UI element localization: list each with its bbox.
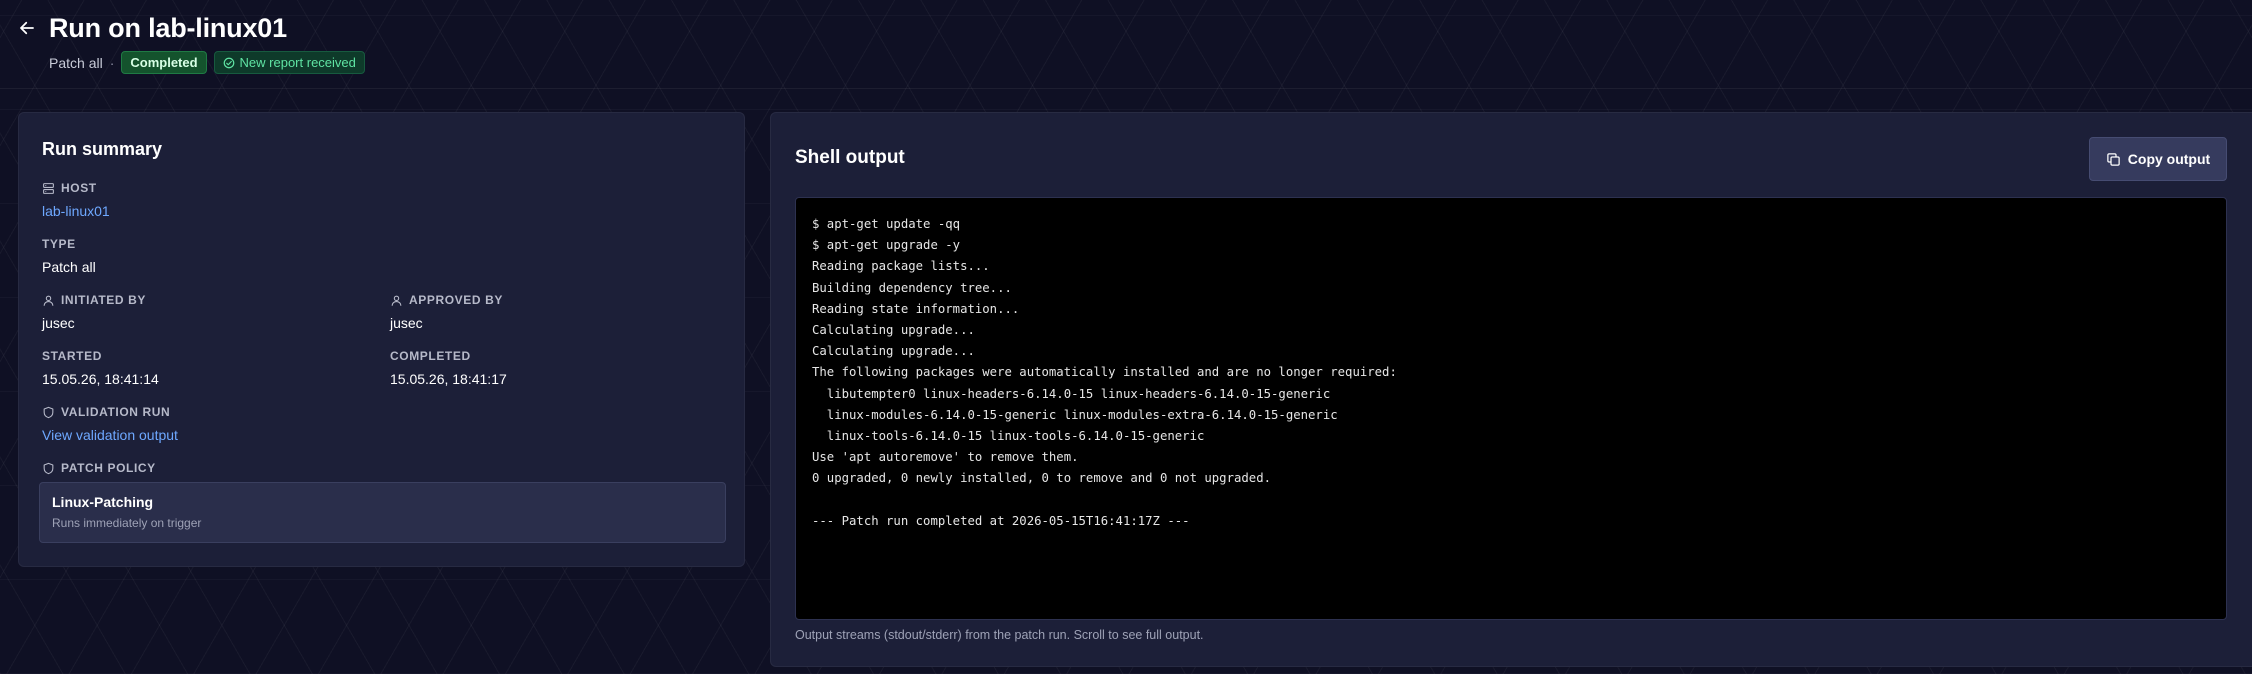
approved-by-value: jusec <box>390 315 423 331</box>
meta-separator: · <box>109 54 115 71</box>
server-icon <box>43 182 54 194</box>
terminal-line: Calculating upgrade... <box>812 323 975 338</box>
type-field: TYPE Patch all <box>42 237 96 275</box>
completed-field: COMPLETED 15.05.26, 18:41:17 <box>390 349 507 387</box>
shell-output-terminal[interactable]: $ apt-get update -qq $ apt-get upgrade -y… <box>795 197 2227 620</box>
page-title: Run on lab-linux01 <box>49 13 287 43</box>
approved-by-field: APPROVED BY jusec <box>390 293 503 331</box>
run-summary-card: Run summary HOST lab-linux01 TYPE Patch … <box>18 112 745 567</box>
page-header: Run on lab-linux01 Patch all · Completed… <box>0 0 2252 90</box>
initiated-by-field: INITIATED BY jusec <box>42 293 146 331</box>
approved-by-label: APPROVED BY <box>409 293 503 307</box>
validation-run-label: VALIDATION RUN <box>61 405 171 419</box>
terminal-line: Reading package lists... <box>812 259 990 274</box>
run-type-label: Patch all <box>49 54 103 71</box>
started-label: STARTED <box>42 349 102 363</box>
completed-label: COMPLETED <box>390 349 471 363</box>
copy-output-label: Copy output <box>2127 151 2211 167</box>
run-summary-title: Run summary <box>42 139 163 159</box>
patch-policy-card[interactable]: Linux-Patching Runs immediately on trigg… <box>39 482 726 543</box>
status-badge: Completed <box>121 51 207 74</box>
patch-policy-field: PATCH POLICY <box>42 461 156 475</box>
run-meta: Patch all · Completed New report receive… <box>49 51 365 74</box>
arrow-left-icon <box>20 21 34 35</box>
type-value: Patch all <box>42 259 96 275</box>
policy-description: Runs immediately on trigger <box>52 516 202 530</box>
report-badge: New report received <box>213 51 365 74</box>
initiated-by-value: jusec <box>42 315 75 331</box>
host-label: HOST <box>61 181 97 195</box>
terminal-line: $ apt-get upgrade -y <box>812 238 961 253</box>
terminal-line: 0 upgraded, 0 newly installed, 0 to remo… <box>812 471 1272 486</box>
started-field: STARTED 15.05.26, 18:41:14 <box>42 349 159 387</box>
terminal-line: linux-modules-6.14.0-15-generic linux-mo… <box>812 407 1338 422</box>
view-validation-output-link[interactable]: View validation output <box>42 427 178 443</box>
copy-output-button[interactable]: Copy output <box>2089 137 2227 181</box>
validation-run-field: VALIDATION RUN View validation output <box>42 405 178 445</box>
completed-value: 15.05.26, 18:41:17 <box>390 371 507 387</box>
check-circle-icon <box>223 57 234 68</box>
host-field: HOST lab-linux01 <box>42 181 110 221</box>
terminal-line: Calculating upgrade... <box>812 344 975 359</box>
patch-policy-label: PATCH POLICY <box>61 461 156 475</box>
back-button[interactable] <box>14 15 40 41</box>
terminal-line: The following packages were automaticall… <box>812 365 1397 380</box>
type-label: TYPE <box>42 237 76 251</box>
copy-icon <box>2107 152 2120 166</box>
policy-name: Linux-Patching <box>52 494 154 510</box>
terminal-line: Use 'apt autoremove' to remove them. <box>812 450 1079 465</box>
header-divider <box>0 88 2252 89</box>
shell-output-card: Shell output Copy output $ apt-get updat… <box>770 112 2252 667</box>
terminal-line: $ apt-get update -qq <box>812 217 961 231</box>
terminal-line: Reading state information... <box>812 301 1020 316</box>
host-link[interactable]: lab-linux01 <box>42 203 110 219</box>
terminal-line: --- Patch run completed at 2026-05-15T16… <box>812 513 1190 528</box>
terminal-line: Building dependency tree... <box>812 280 1012 295</box>
shield-icon <box>43 406 54 418</box>
user-icon <box>43 295 54 306</box>
shell-output-note: Output streams (stdout/stderr) from the … <box>795 628 1204 642</box>
initiated-by-label: INITIATED BY <box>61 293 146 307</box>
shield-icon <box>43 462 54 474</box>
terminal-line: linux-tools-6.14.0-15 linux-tools-6.14.0… <box>812 429 1205 444</box>
user-icon <box>391 295 402 306</box>
terminal-line: libutempter0 linux-headers-6.14.0-15 lin… <box>812 386 1331 401</box>
started-value: 15.05.26, 18:41:14 <box>42 371 159 387</box>
shell-output-title: Shell output <box>795 147 905 168</box>
report-badge-label: New report received <box>239 55 356 70</box>
